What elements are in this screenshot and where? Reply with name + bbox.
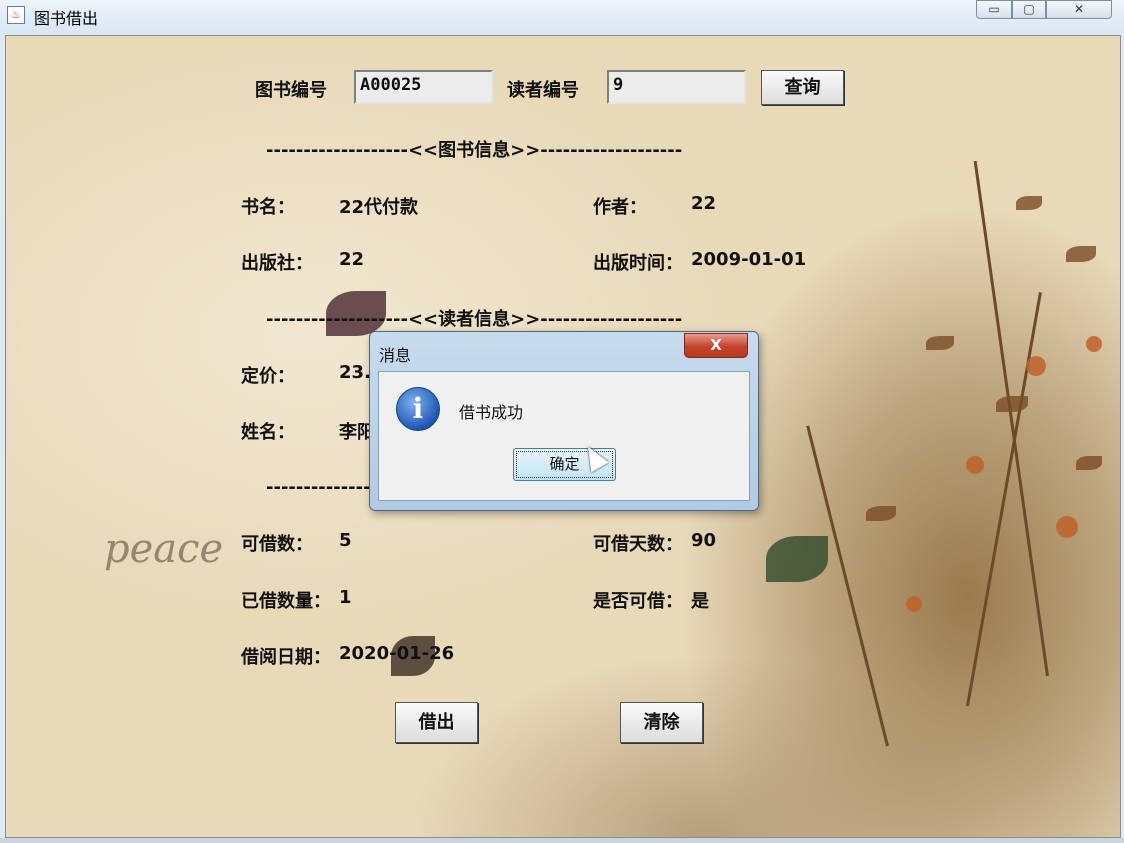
publisher-value: 22: [339, 249, 365, 270]
window-close-button[interactable]: ✕: [1046, 0, 1112, 19]
title-bar: ♨ 图书借出 ▭ ▢ ✕: [0, 0, 1124, 33]
reader-no-label: 读者编号: [507, 80, 579, 101]
book-info-separator: -------------------<<图书信息>>-------------…: [266, 140, 683, 161]
maximize-icon: ▢: [1023, 2, 1035, 16]
reader-no-input[interactable]: 9: [607, 70, 746, 104]
can-borrow-count-label: 可借数：: [241, 534, 313, 555]
borrow-date-value: 2020-01-26: [339, 643, 455, 664]
pubdate-label: 出版时间：: [593, 253, 683, 274]
price-value: 23.: [339, 362, 371, 383]
author-label: 作者：: [593, 197, 647, 218]
borrowed-count-label: 已借数量：: [241, 591, 331, 612]
window-title: 图书借出: [34, 9, 99, 28]
close-icon: X: [710, 336, 722, 354]
info-icon: i: [396, 387, 440, 431]
book-no-label: 图书编号: [255, 80, 327, 101]
window-controls: ▭ ▢ ✕: [976, 0, 1112, 19]
query-button[interactable]: 查询: [761, 70, 844, 105]
clear-button[interactable]: 清除: [620, 702, 703, 743]
window-bottom-border: [0, 838, 1124, 843]
pubdate-value: 2009-01-01: [691, 249, 807, 270]
book-name-value: 22代付款: [339, 197, 419, 218]
book-no-input[interactable]: A00025: [354, 70, 493, 104]
dialog-message: 借书成功: [459, 403, 524, 422]
dialog-title: 消息: [379, 346, 412, 365]
borrow-date-label: 借阅日期：: [241, 647, 331, 668]
minimize-icon: ▭: [988, 2, 1000, 16]
message-dialog: 消息 X i 借书成功 确定: [369, 331, 759, 511]
price-label: 定价：: [241, 366, 295, 387]
borrowed-count-value: 1: [339, 587, 352, 608]
publisher-label: 出版社：: [241, 253, 313, 274]
minimize-button[interactable]: ▭: [976, 0, 1012, 19]
can-borrow-count-value: 5: [339, 530, 352, 551]
peace-watermark: peace: [104, 526, 224, 572]
author-value: 22: [691, 193, 717, 214]
borrow-days-value: 90: [691, 530, 717, 551]
can-borrow-value: 是: [691, 591, 709, 612]
lend-button[interactable]: 借出: [395, 702, 478, 743]
dialog-close-button[interactable]: X: [684, 333, 748, 358]
borrow-days-label: 可借天数：: [593, 534, 683, 555]
reader-info-separator: -------------------<<读者信息>>-------------…: [266, 309, 683, 330]
dialog-body: i 借书成功 确定: [378, 371, 750, 501]
java-app-icon: ♨: [7, 6, 25, 24]
maximize-button[interactable]: ▢: [1012, 0, 1046, 19]
butterfly-icon: [766, 536, 828, 582]
close-icon: ✕: [1073, 2, 1085, 16]
book-name-label: 书名：: [241, 197, 295, 218]
reader-name-label: 姓名：: [241, 422, 295, 443]
can-borrow-label: 是否可借：: [593, 591, 683, 612]
